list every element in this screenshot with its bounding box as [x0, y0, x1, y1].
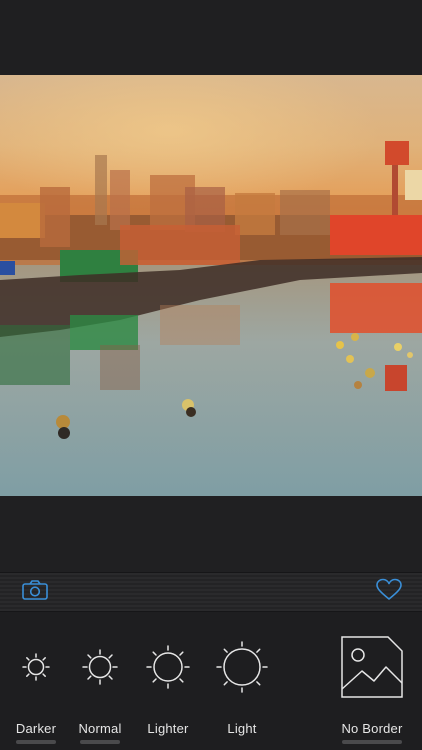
- sun-xlarge-icon: [206, 632, 278, 702]
- photo-margin: [0, 496, 422, 572]
- sun-small-icon: [0, 632, 72, 702]
- watercolor-photo: [0, 75, 422, 496]
- camera-icon: [21, 579, 49, 606]
- filter-label: Darker: [15, 721, 57, 736]
- selection-bar: [342, 740, 402, 744]
- filter-light[interactable]: Light: [206, 612, 278, 750]
- filter-label: Lighter: [147, 721, 189, 736]
- filter-darker[interactable]: Darker: [0, 612, 72, 750]
- selection-bar: [80, 740, 120, 744]
- sun-medium-icon: [64, 632, 136, 702]
- filter-lighter[interactable]: Lighter: [132, 612, 204, 750]
- filter-label: Normal: [78, 721, 122, 736]
- favorite-button[interactable]: [374, 578, 404, 607]
- filter-no-border[interactable]: No Border: [330, 612, 414, 750]
- sun-large-icon: [132, 632, 204, 702]
- filter-strip: Darker Normal Lighter Light No Border: [0, 612, 422, 750]
- filter-normal[interactable]: Normal: [64, 612, 136, 750]
- filter-label: No Border: [341, 721, 403, 736]
- image-icon: [330, 632, 414, 702]
- selection-bar: [16, 740, 56, 744]
- toolbar: [0, 572, 422, 612]
- filter-label: Light: [227, 721, 257, 736]
- heart-icon: [375, 578, 403, 607]
- camera-button[interactable]: [20, 579, 50, 605]
- top-bar: [0, 0, 422, 75]
